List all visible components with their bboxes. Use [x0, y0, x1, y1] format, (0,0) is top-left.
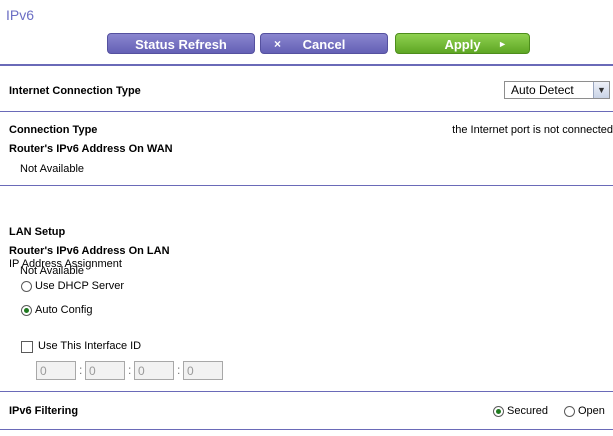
status-refresh-label: Status Refresh [135, 37, 227, 52]
filtering-open-radio[interactable] [564, 406, 575, 417]
page-title: IPv6 [6, 7, 35, 23]
wan-ipv6-address-label: Router's IPv6 Address On WAN [9, 143, 173, 155]
filtering-secured-label: Secured [507, 405, 548, 417]
play-arrow-icon: ► [498, 39, 507, 49]
close-icon: × [274, 37, 282, 51]
use-interface-id-checkbox[interactable] [21, 341, 33, 353]
interface-id-field-2[interactable] [85, 361, 125, 380]
status-refresh-button[interactable]: Status Refresh [107, 33, 255, 54]
apply-label: Apply [444, 37, 481, 52]
chevron-down-icon[interactable]: ▼ [593, 82, 609, 98]
apply-button[interactable]: Apply ► [395, 33, 530, 54]
internet-connection-type-select[interactable]: Auto Detect ▼ [504, 81, 610, 99]
divider [0, 185, 613, 186]
interface-id-separator: : [128, 363, 132, 377]
auto-config-label: Auto Config [35, 304, 93, 316]
interface-id-field-3[interactable] [134, 361, 174, 380]
interface-id-field-4[interactable] [183, 361, 223, 380]
filtering-open-label: Open [578, 405, 605, 417]
cancel-label: Cancel [302, 37, 346, 52]
lan-ipv6-address-label: Router's IPv6 Address On LAN [9, 245, 170, 257]
ip-address-assignment-label: IP Address Assignment [9, 258, 122, 270]
cancel-button[interactable]: × Cancel [260, 33, 388, 54]
divider [0, 111, 613, 112]
connection-status-text: the Internet port is not connected [452, 124, 613, 136]
divider [0, 429, 613, 430]
divider [0, 64, 613, 66]
auto-config-radio[interactable] [21, 305, 32, 316]
divider [0, 391, 613, 392]
dhcp-server-label: Use DHCP Server [35, 280, 125, 292]
lan-setup-title: LAN Setup [9, 226, 66, 238]
connection-type-label: Connection Type [9, 124, 98, 136]
internet-connection-type-label: Internet Connection Type [9, 85, 141, 97]
interface-id-separator: : [79, 363, 83, 377]
interface-id-field-1[interactable] [36, 361, 76, 380]
ipv6-filtering-label: IPv6 Filtering [9, 405, 79, 417]
interface-id-separator: : [177, 363, 181, 377]
wan-ipv6-address-value: Not Available [20, 163, 85, 175]
dhcp-server-radio[interactable] [21, 281, 32, 292]
internet-connection-type-value: Auto Detect [511, 83, 574, 97]
use-interface-id-label: Use This Interface ID [38, 340, 142, 352]
filtering-secured-radio[interactable] [493, 406, 504, 417]
